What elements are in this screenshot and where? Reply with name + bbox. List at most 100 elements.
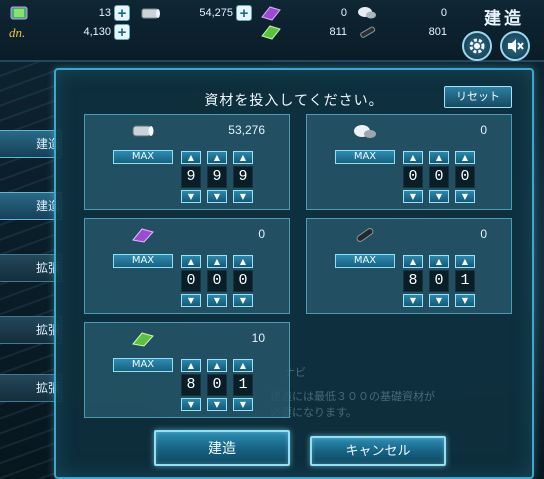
bauxite-resource: 0 (356, 3, 450, 23)
screw-icon (356, 228, 374, 242)
fuel-value: 13 (98, 7, 111, 19)
dev-material-resource: dn. 4,130 + (8, 22, 130, 42)
instant-build-icon (261, 25, 281, 40)
decrement-tens-button[interactable]: ▼ (207, 294, 227, 307)
screw-value: 801 (428, 26, 447, 38)
instant-build-value: 811 (329, 26, 347, 38)
settings-button[interactable] (462, 31, 492, 61)
digit-tens: 0 (429, 270, 449, 292)
increment-ones-button[interactable]: ▲ (455, 151, 475, 164)
max-button[interactable]: MAX (335, 150, 395, 164)
material-amount: 53,276 (228, 123, 265, 137)
increment-ones-button[interactable]: ▲ (455, 255, 475, 268)
digit-tens: 9 (207, 166, 227, 188)
sidebar-tab-expand-3[interactable]: 拡張 (0, 374, 62, 402)
reset-button[interactable]: リセット (444, 86, 512, 108)
decrement-hundreds-button[interactable]: ▼ (403, 294, 423, 307)
decrement-ones-button[interactable]: ▼ (233, 294, 253, 307)
screw-resource: 801 (356, 22, 450, 42)
sidebar-tab-expand-1[interactable]: 拡張 (0, 254, 62, 282)
sidebar-tab-expand-2[interactable]: 拡張 (0, 316, 62, 344)
mute-button[interactable] (500, 31, 530, 61)
decrement-hundreds-button[interactable]: ▼ (181, 190, 201, 203)
add-dev-material-button[interactable]: + (114, 24, 130, 40)
fuel-resource: 13 + (8, 3, 130, 23)
digit-ones: 9 (233, 166, 253, 188)
material-card-ammo: 53,276 MAX ▲ ▲ ▲ 9 9 9 ▼ ▼ ▼ (84, 114, 290, 210)
material-amount: 0 (480, 227, 487, 241)
material-amount: 10 (251, 331, 265, 345)
instant-build-resource: 811 (260, 22, 350, 42)
ammo-icon (141, 8, 160, 19)
material-card-instant-build: 10 MAX ▲ ▲ ▲ 8 0 1 ▼ ▼ ▼ (84, 322, 290, 418)
bauxite-value: 0 (440, 7, 447, 19)
decrement-ones-button[interactable]: ▼ (233, 190, 253, 203)
navi-text-line1: 建造には最低３００の基礎資材が (270, 390, 435, 403)
max-button[interactable]: MAX (113, 254, 173, 268)
decrement-ones-button[interactable]: ▼ (455, 190, 475, 203)
speaker-muted-icon (508, 39, 524, 53)
sidebar-tab-build-2[interactable]: 建造 (0, 192, 62, 220)
increment-hundreds-button[interactable]: ▲ (403, 255, 423, 268)
decrement-tens-button[interactable]: ▼ (429, 294, 449, 307)
steel-value: 0 (340, 7, 347, 19)
increment-tens-button[interactable]: ▲ (429, 255, 449, 268)
sidebar-tab-build-1[interactable]: 建造 (0, 130, 62, 158)
ammo-value: 54,275 (199, 7, 233, 19)
cancel-button[interactable]: キャンセル (310, 436, 446, 466)
increment-ones-button[interactable]: ▲ (233, 255, 253, 268)
digit-ones: 1 (455, 270, 475, 292)
increment-hundreds-button[interactable]: ▲ (403, 151, 423, 164)
digit-hundreds: 0 (181, 270, 201, 292)
steel-icon (261, 6, 281, 21)
increment-hundreds-button[interactable]: ▲ (181, 151, 201, 164)
decrement-tens-button[interactable]: ▼ (207, 398, 227, 411)
steel-icon (132, 228, 154, 243)
digit-ones: 0 (455, 166, 475, 188)
digit-hundreds: 8 (403, 270, 423, 292)
increment-tens-button[interactable]: ▲ (207, 359, 227, 372)
dev-material-value: 4,130 (83, 26, 111, 38)
decrement-tens-button[interactable]: ▼ (429, 190, 449, 203)
resource-bar: 13 + 54,275 + 0 0 dn. 4,130 + 811 801 建造 (0, 0, 544, 62)
max-button[interactable]: MAX (113, 150, 173, 164)
decrement-tens-button[interactable]: ▼ (207, 190, 227, 203)
instant-build-icon (132, 332, 154, 347)
material-card-bauxite: 0 MAX ▲ ▲ ▲ 0 0 0 ▼ ▼ ▼ (306, 114, 512, 210)
material-card-screw: 0 MAX ▲ ▲ ▲ 8 0 1 ▼ ▼ ▼ (306, 218, 512, 314)
bauxite-icon (354, 125, 376, 138)
decrement-hundreds-button[interactable]: ▼ (181, 398, 201, 411)
increment-ones-button[interactable]: ▲ (233, 359, 253, 372)
decrement-hundreds-button[interactable]: ▼ (181, 294, 201, 307)
ammo-resource: 54,275 + (140, 3, 252, 23)
increment-hundreds-button[interactable]: ▲ (181, 359, 201, 372)
decrement-ones-button[interactable]: ▼ (455, 294, 475, 307)
svg-text:dn.: dn. (9, 25, 25, 40)
decrement-hundreds-button[interactable]: ▼ (403, 190, 423, 203)
add-ammo-button[interactable]: + (236, 5, 252, 21)
build-button[interactable]: 建造 (154, 430, 290, 466)
digit-hundreds: 0 (403, 166, 423, 188)
decrement-ones-button[interactable]: ▼ (233, 398, 253, 411)
digit-tens: 0 (429, 166, 449, 188)
digit-tens: 0 (207, 374, 227, 396)
bauxite-icon (358, 7, 376, 19)
digit-tens: 0 (207, 270, 227, 292)
digit-hundreds: 8 (181, 374, 201, 396)
increment-tens-button[interactable]: ▲ (207, 151, 227, 164)
fuel-icon (10, 6, 28, 20)
gear-icon (469, 38, 485, 54)
max-button[interactable]: MAX (335, 254, 395, 268)
material-amount: 0 (258, 227, 265, 241)
digit-ones: 1 (233, 374, 253, 396)
increment-tens-button[interactable]: ▲ (429, 151, 449, 164)
screw-icon (360, 26, 376, 38)
increment-tens-button[interactable]: ▲ (207, 255, 227, 268)
digit-hundreds: 9 (181, 166, 201, 188)
add-fuel-button[interactable]: + (114, 5, 130, 21)
increment-hundreds-button[interactable]: ▲ (181, 255, 201, 268)
increment-ones-button[interactable]: ▲ (233, 151, 253, 164)
dev-material-icon: dn. (9, 25, 25, 40)
ammo-icon (132, 125, 154, 137)
max-button[interactable]: MAX (113, 358, 173, 372)
